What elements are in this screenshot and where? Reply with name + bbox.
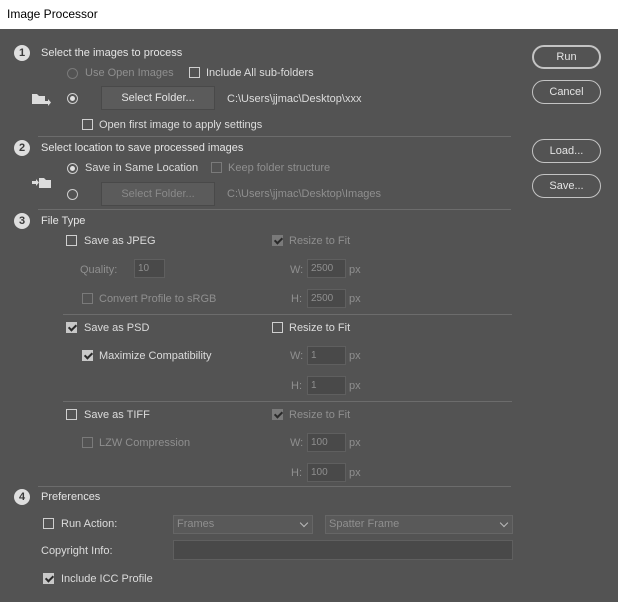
step-1-badge: 1: [14, 45, 30, 61]
copyright-label: Copyright Info:: [41, 545, 113, 557]
save-tiff-checkbox[interactable]: [66, 409, 77, 420]
keep-structure-checkbox[interactable]: [211, 162, 222, 173]
psd-width-input[interactable]: 1: [307, 346, 346, 365]
jpeg-resize-checkbox[interactable]: [272, 235, 283, 246]
convert-srgb-checkbox[interactable]: [82, 293, 93, 304]
select-source-folder-button[interactable]: Select Folder...: [101, 86, 215, 110]
run-action-checkbox[interactable]: [43, 518, 54, 529]
include-subfolders-checkbox[interactable]: [189, 67, 200, 78]
select-folder-radio[interactable]: [67, 93, 78, 104]
source-folder-path: C:\Users\jjmac\Desktop\xxx: [227, 93, 362, 105]
jpeg-width-label: W:: [290, 264, 304, 276]
psd-width-label: W:: [290, 350, 304, 362]
copyright-input[interactable]: [173, 540, 513, 560]
section4-title: Preferences: [41, 491, 101, 503]
select-destination-radio[interactable]: [67, 189, 78, 200]
psd-width-unit: px: [349, 350, 361, 362]
load-button[interactable]: Load...: [532, 139, 601, 163]
psd-height-label: H:: [291, 380, 302, 392]
filetype-divider: [63, 401, 512, 402]
folder-arrow-icon: [32, 94, 51, 106]
use-open-images-radio[interactable]: [67, 68, 78, 79]
psd-height-input[interactable]: 1: [307, 376, 346, 395]
chevron-down-icon: [499, 518, 509, 528]
jpeg-width-unit: px: [349, 264, 361, 276]
save-jpeg-label: Save as JPEG: [84, 235, 156, 247]
step-4-badge: 4: [14, 489, 30, 505]
jpeg-quality-label: Quality:: [80, 264, 118, 276]
use-open-images-label: Use Open Images: [85, 67, 174, 79]
save-same-location-label: Save in Same Location: [85, 162, 199, 174]
jpeg-quality-input[interactable]: 10: [134, 259, 165, 278]
jpeg-width-input[interactable]: 2500: [307, 259, 346, 278]
action-value: Spatter Frame: [329, 518, 400, 530]
window-title: Image Processor: [7, 7, 98, 21]
step-3-badge: 3: [14, 213, 30, 229]
tiff-height-input[interactable]: 100: [307, 463, 346, 482]
tiff-width-unit: px: [349, 437, 361, 449]
psd-resize-checkbox[interactable]: [272, 322, 283, 333]
section3-title: File Type: [41, 215, 86, 227]
filetype-divider: [63, 314, 512, 315]
cancel-button[interactable]: Cancel: [532, 80, 601, 104]
tiff-resize-label: Resize to Fit: [289, 409, 351, 421]
action-set-select[interactable]: Frames: [173, 515, 313, 534]
convert-srgb-label: Convert Profile to sRGB: [99, 293, 217, 305]
lzw-compression-label: LZW Compression: [99, 437, 191, 449]
save-jpeg-checkbox[interactable]: [66, 235, 77, 246]
chevron-down-icon: [299, 518, 309, 528]
jpeg-resize-label: Resize to Fit: [289, 235, 351, 247]
open-first-image-checkbox[interactable]: [82, 119, 93, 130]
jpeg-height-unit: px: [349, 293, 361, 305]
step-2-badge: 2: [14, 140, 30, 156]
save-psd-label: Save as PSD: [84, 322, 150, 334]
psd-height-unit: px: [349, 380, 361, 392]
section-divider: [38, 136, 511, 137]
action-select[interactable]: Spatter Frame: [325, 515, 513, 534]
maximize-compatibility-checkbox[interactable]: [82, 350, 93, 361]
psd-resize-label: Resize to Fit: [289, 322, 351, 334]
tiff-height-unit: px: [349, 467, 361, 479]
folder-destination-icon: [32, 178, 51, 188]
section-divider: [38, 486, 511, 487]
maximize-compatibility-label: Maximize Compatibility: [99, 350, 212, 362]
tiff-resize-checkbox[interactable]: [272, 409, 283, 420]
lzw-compression-checkbox[interactable]: [82, 437, 93, 448]
run-action-label: Run Action:: [61, 518, 118, 530]
open-first-image-label: Open first image to apply settings: [99, 119, 263, 131]
run-button[interactable]: Run: [532, 45, 601, 69]
save-settings-button[interactable]: Save...: [532, 174, 601, 198]
section2-title: Select location to save processed images: [41, 142, 244, 154]
section1-title: Select the images to process: [41, 47, 183, 59]
include-icc-label: Include ICC Profile: [61, 573, 153, 585]
tiff-height-label: H:: [291, 467, 302, 479]
save-psd-checkbox[interactable]: [66, 322, 77, 333]
include-subfolders-label: Include All sub-folders: [206, 67, 314, 79]
destination-folder-path: C:\Users\jjmac\Desktop\Images: [227, 188, 382, 200]
tiff-width-label: W:: [290, 437, 304, 449]
tiff-width-input[interactable]: 100: [307, 433, 346, 452]
window-titlebar: Image Processor: [0, 0, 618, 29]
keep-structure-label: Keep folder structure: [228, 162, 331, 174]
select-destination-folder-button[interactable]: Select Folder...: [101, 182, 215, 206]
jpeg-height-input[interactable]: 2500: [307, 289, 346, 308]
save-tiff-label: Save as TIFF: [84, 409, 150, 421]
action-set-value: Frames: [177, 518, 215, 530]
save-same-location-radio[interactable]: [67, 163, 78, 174]
include-icc-checkbox[interactable]: [43, 573, 54, 584]
section-divider: [38, 209, 511, 210]
jpeg-height-label: H:: [291, 293, 302, 305]
